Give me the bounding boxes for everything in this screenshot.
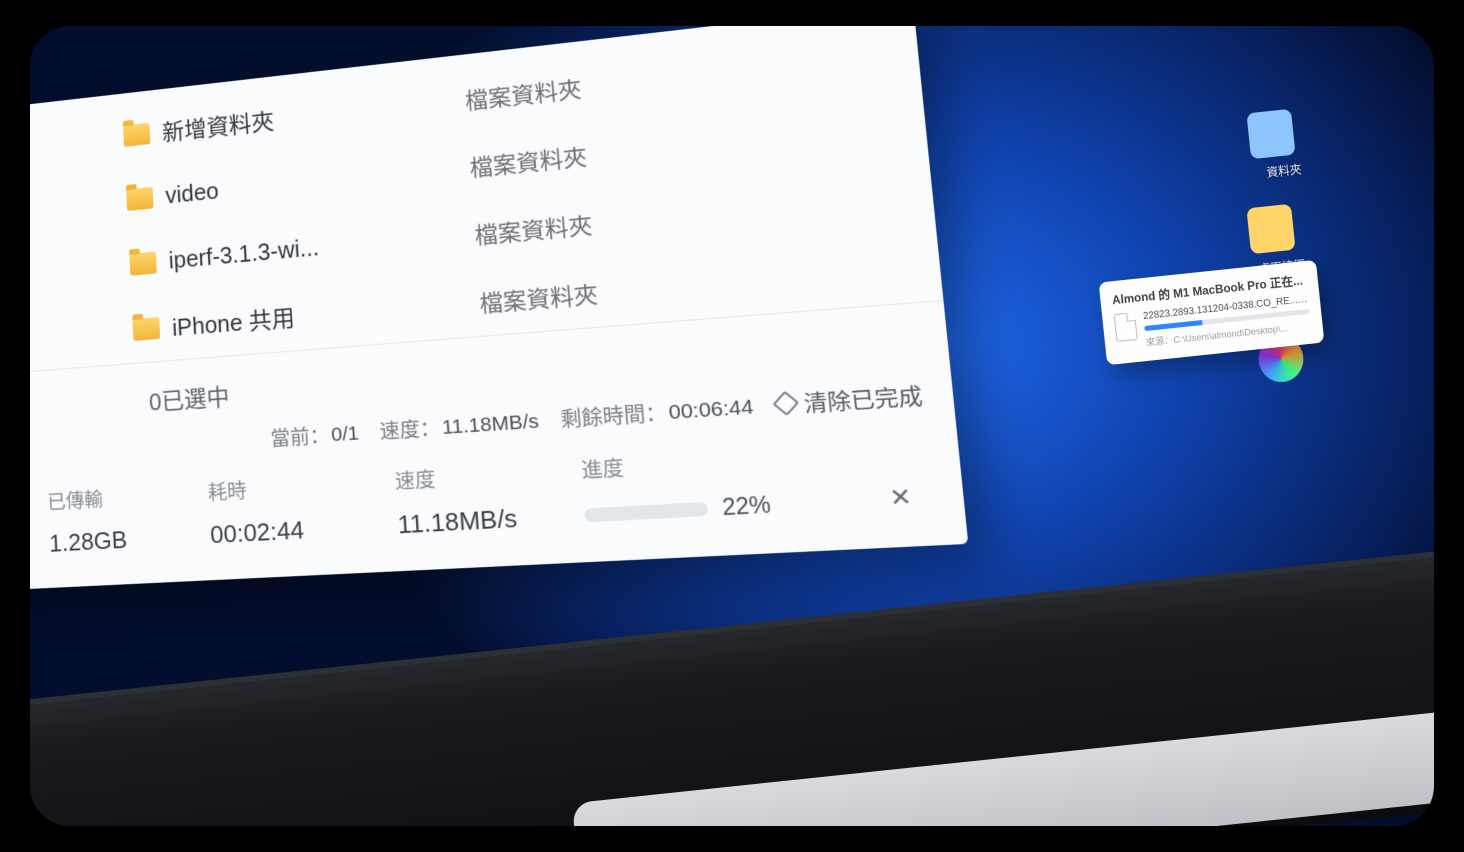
hdr-elapsed: 耗時	[207, 466, 396, 506]
val-transferred: 1.28GB	[49, 521, 211, 559]
summary-current: 當前：0/1	[270, 418, 360, 452]
cancel-transfer-button[interactable]: ✕	[872, 482, 929, 515]
photo-frame: 資料夾 桌面捷徑 Almond 的 M1 MacBook Pro 正在... 2…	[30, 26, 1434, 826]
file-name: 新增資料夾	[161, 82, 466, 148]
file-name: iPhone 共用	[171, 284, 480, 343]
hdr-progress: 進度	[580, 443, 768, 484]
file-date: 021/09/11 0...	[30, 253, 130, 296]
file-date: 23/09/01 0...	[30, 125, 124, 172]
progress-bar	[584, 501, 708, 522]
file-date: 024/05/13 1...	[30, 189, 127, 234]
hdr-transferred: 已傳輸	[47, 477, 209, 514]
erase-icon	[772, 391, 799, 416]
val-size: 0GB	[30, 530, 50, 564]
file-date: 023/11/23 1...	[30, 318, 134, 360]
folder-icon	[126, 187, 153, 211]
file-name: video	[165, 152, 471, 209]
hdr-speed: 速度	[394, 454, 583, 494]
file-name: iperf-3.1.3-wi...	[168, 220, 475, 275]
val-speed: 11.18MB/s	[397, 500, 586, 540]
hdr-size: 小	[30, 487, 48, 521]
folder-icon	[123, 123, 150, 147]
folder-icon	[132, 317, 160, 341]
progress-percent: 22%	[721, 491, 772, 521]
folder-icon	[129, 252, 157, 276]
file-transfer-window: 23/09/01 0... 新增資料夾 檔案資料夾 024/05/13 1...…	[30, 26, 968, 595]
val-elapsed: 00:02:44	[209, 510, 398, 550]
